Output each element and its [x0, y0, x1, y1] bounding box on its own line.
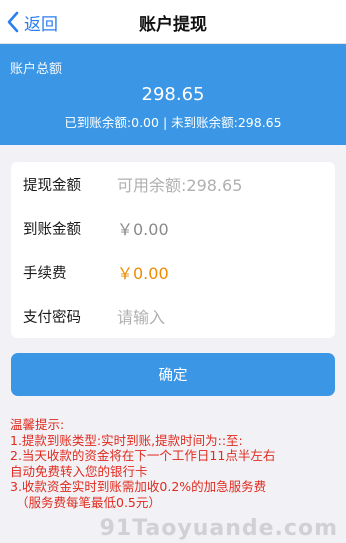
navbar: 返回 账户提现: [0, 0, 346, 44]
tips-line: （服务费每笔最低0.5元）: [16, 494, 161, 510]
summary-label: 账户总额: [10, 62, 63, 77]
confirm-button[interactable]: 确定: [11, 353, 335, 396]
tips-line: 3.收款资金实时到账需加收0.2%的加急服务费: [10, 479, 267, 494]
watermark: 91Taoyuande.com: [99, 516, 338, 541]
received-amount-value: ￥0.00: [117, 220, 169, 239]
fee-label: 手续费: [23, 265, 67, 282]
tips-line: 1.提款到账类型:实时到账,提款时间为::至:: [10, 432, 243, 448]
balance-detail: 已到账余额:0.00 | 未到账余额:298.65: [64, 115, 282, 130]
account-summary: 账户总额 298.65 已到账余额:0.00 | 未到账余额:298.65: [0, 44, 346, 145]
page-title: 账户提现: [139, 15, 207, 35]
withdraw-amount-label: 提现金额: [23, 177, 81, 194]
fee-value: ￥0.00: [117, 264, 169, 283]
payment-password-row[interactable]: 支付密码 请输入: [11, 294, 335, 338]
tips-line: 2.当天收款的资金将在下一个工作日11点半左右: [10, 448, 276, 463]
withdraw-amount-input[interactable]: 可用余额:298.65: [117, 172, 242, 196]
withdraw-amount-row[interactable]: 提现金额 可用余额:298.65: [11, 162, 335, 206]
tips-line: 自动免费转入您的银行卡: [10, 463, 148, 479]
received-amount-row: 到账金额 ￥0.00: [11, 206, 335, 250]
received-amount-label: 到账金额: [23, 221, 81, 238]
payment-password-label: 支付密码: [23, 309, 81, 326]
total-amount: 298.65: [141, 84, 205, 105]
fee-row: 手续费 ￥0.00: [11, 250, 335, 294]
tips-title: 温馨提示:: [10, 417, 65, 432]
withdraw-form: 提现金额 可用余额:298.65 到账金额 ￥0.00 手续费 ￥0.00 支付…: [11, 162, 335, 338]
tips-notice: 温馨提示: 1.提款到账类型:实时到账,提款时间为::至: 2.当天收款的资金将…: [10, 417, 340, 510]
payment-password-input[interactable]: 请输入: [117, 304, 165, 328]
